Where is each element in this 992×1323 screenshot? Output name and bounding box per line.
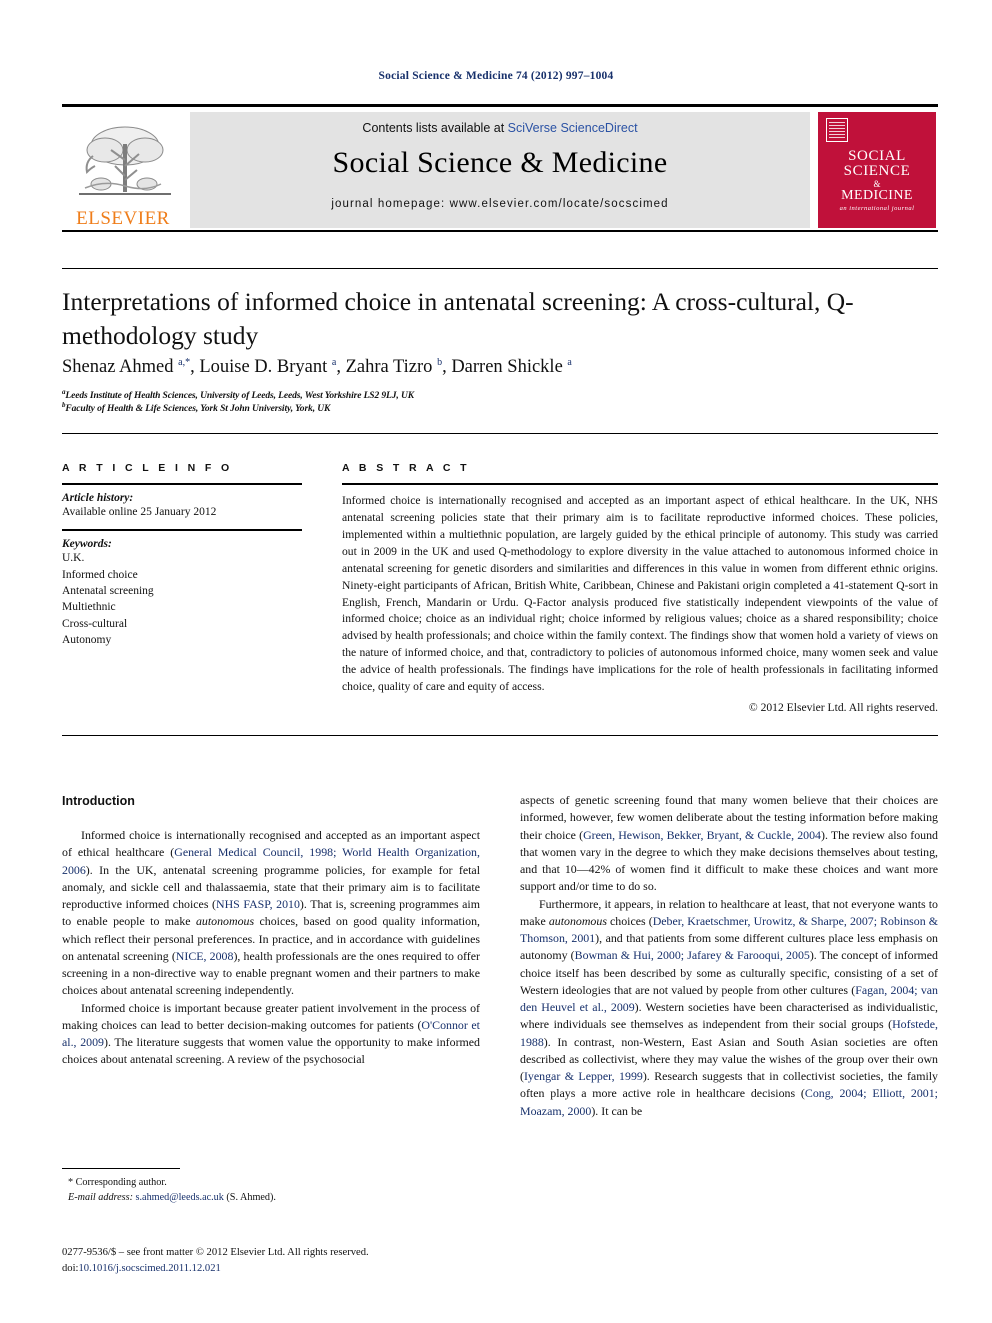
page-footer: 0277-9536/$ – see front matter © 2012 El… (62, 1245, 562, 1276)
author-list: Shenaz Ahmed a,*, Louise D. Bryant a, Za… (62, 357, 572, 378)
abstract-text: Informed choice is internationally recog… (342, 494, 938, 694)
affiliation-b: bFaculty of Health & Life Sciences, York… (62, 401, 331, 415)
email-suffix: (S. Ahmed). (226, 1192, 276, 1204)
journal-cover-thumbnail: SOCIAL SCIENCE & MEDICINE an internation… (818, 112, 936, 228)
masthead-top-rule (62, 104, 938, 107)
cover-title-text: SOCIAL SCIENCE & MEDICINE an internation… (826, 148, 928, 213)
abstract-bottom-rule (62, 735, 938, 736)
email-line: E-mail address: s.ahmed@leeds.ac.uk (S. … (62, 1190, 480, 1205)
paragraph: aspects of genetic screening found that … (520, 793, 938, 894)
paragraph: Informed choice is internationally recog… (62, 828, 481, 998)
cover-line-2: SCIENCE (843, 163, 911, 180)
affiliation-a-text: Leeds Institute of Health Sciences, Univ… (65, 391, 414, 402)
cover-publisher-badge-icon (826, 118, 848, 142)
journal-title: Social Science & Medicine (332, 146, 668, 179)
body-column-right: aspects of genetic screening found that … (520, 792, 938, 1120)
article-history-value: Available online 25 January 2012 (62, 506, 217, 518)
contents-prefix: Contents lists available at (362, 121, 508, 135)
article-info-rule (62, 483, 302, 485)
article-page: Social Science & Medicine 74 (2012) 997–… (0, 0, 992, 1323)
keyword-item: Autonomy (62, 633, 112, 646)
affiliation-a: aLeeds Institute of Health Sciences, Uni… (62, 388, 414, 402)
masthead-bottom-rule (62, 230, 938, 232)
cover-subtitle: an international journal (839, 205, 915, 213)
keyword-item: Multiethnic (62, 601, 116, 614)
page-title: Interpretations of informed choice in an… (62, 287, 854, 350)
keyword-item: Cross-cultural (62, 617, 128, 630)
keywords-label: Keywords: (62, 538, 112, 551)
abstract-block: A B S T R A C T Informed choice is inter… (342, 462, 938, 714)
journal-masthead: ELSEVIER Contents lists available at Sci… (62, 104, 938, 232)
corresponding-author-footnote: * Corresponding author. E-mail address: … (62, 1168, 480, 1206)
email-label: E-mail address: (68, 1192, 133, 1204)
abstract-heading: A B S T R A C T (342, 462, 470, 474)
elsevier-tree-icon (79, 126, 171, 195)
email-link[interactable]: s.ahmed@leeds.ac.uk (136, 1192, 224, 1203)
body-column-left: Introduction Informed choice is internat… (62, 792, 480, 1069)
contents-available-line: Contents lists available at SciVerse Sci… (362, 121, 637, 135)
elsevier-wordmark: ELSEVIER (76, 208, 170, 229)
article-info-heading: A R T I C L E I N F O (62, 462, 233, 474)
sciencedirect-link[interactable]: SciVerse ScienceDirect (508, 121, 638, 135)
section-heading-introduction: Introduction (62, 794, 135, 808)
masthead-center-panel: Contents lists available at SciVerse Sci… (190, 112, 810, 228)
doi-label: doi: (62, 1262, 79, 1274)
elsevier-logo: ELSEVIER (64, 112, 182, 228)
keywords-rule (62, 529, 302, 532)
cover-line-1: SOCIAL (848, 148, 906, 164)
paragraph: Furthermore, it appears, in relation to … (520, 896, 938, 1118)
journal-homepage-link[interactable]: journal homepage: www.elsevier.com/locat… (331, 198, 668, 210)
running-head: Social Science & Medicine 74 (2012) 997–… (378, 70, 614, 82)
title-top-rule (62, 268, 938, 269)
footnote-rule (62, 1168, 180, 1169)
article-info-block: A R T I C L E I N F O Article history: A… (62, 462, 302, 648)
doi-line: doi:10.1016/j.socscimed.2011.12.021 (62, 1261, 562, 1277)
corresponding-author-line: * Corresponding author. (68, 1177, 167, 1188)
title-bottom-rule (62, 433, 938, 434)
article-history-label: Article history: (62, 492, 134, 504)
doi-link[interactable]: 10.1016/j.socscimed.2011.12.021 (78, 1263, 220, 1274)
keyword-item: U.K. (62, 552, 85, 565)
keyword-item: Antenatal screening (62, 584, 154, 597)
keyword-item: Informed choice (62, 568, 138, 581)
abstract-copyright: © 2012 Elsevier Ltd. All rights reserved… (748, 701, 938, 715)
paragraph: Informed choice is important because gre… (62, 1000, 481, 1067)
front-matter-line: 0277-9536/$ – see front matter © 2012 El… (62, 1247, 369, 1258)
keywords-list: U.K. Informed choice Antenatal screening… (62, 550, 302, 648)
affiliation-b-text: Faculty of Health & Life Sciences, York … (65, 404, 331, 415)
cover-line-3: MEDICINE (841, 187, 913, 203)
abstract-rule (342, 483, 938, 485)
